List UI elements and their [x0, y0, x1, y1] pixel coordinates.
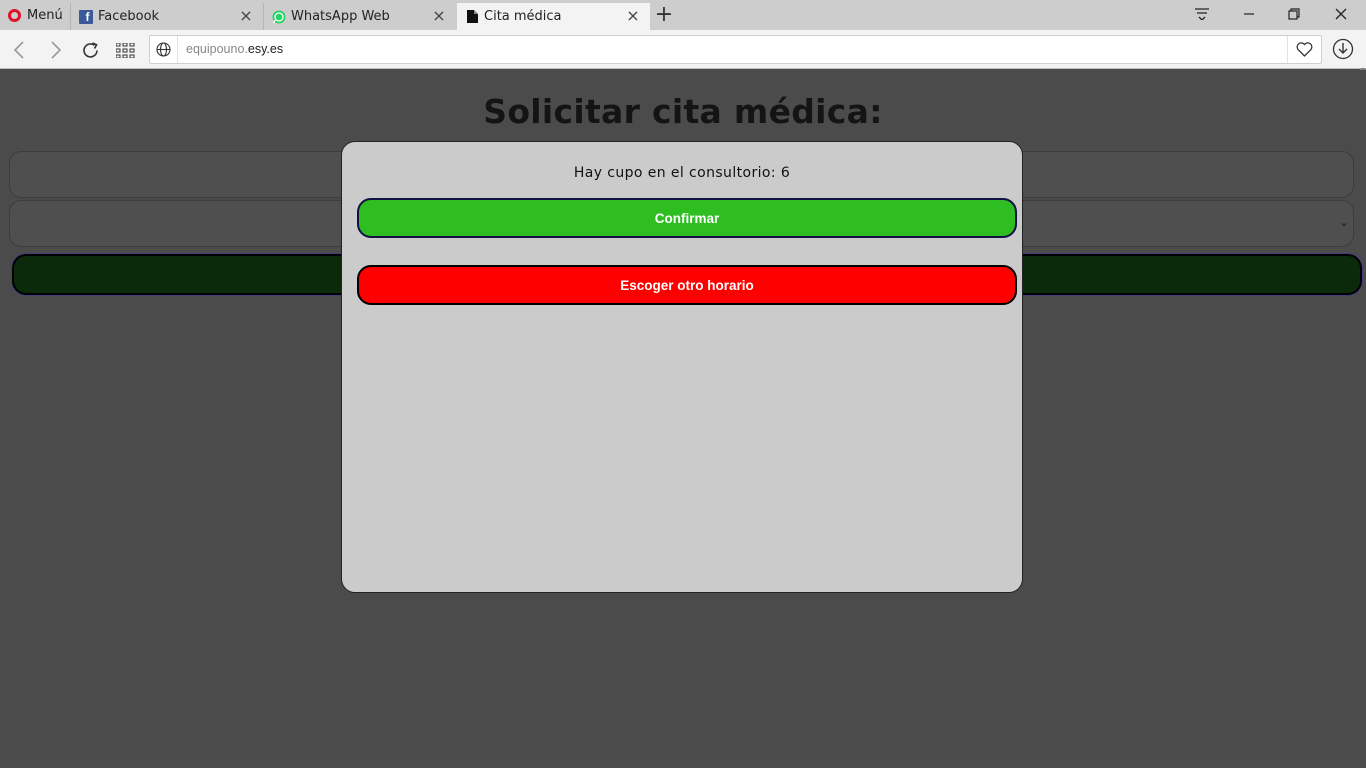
availability-message: Hay cupo en el consultorio: 6	[573, 165, 791, 181]
tab-cita-medica[interactable]: Cita médica ×	[457, 3, 650, 30]
close-icon[interactable]: ×	[432, 8, 446, 24]
download-icon[interactable]	[1332, 38, 1354, 60]
choose-other-time-button[interactable]: Escoger otro horario	[357, 265, 1017, 305]
reload-icon[interactable]	[79, 39, 101, 61]
tab-facebook[interactable]: f Facebook ×	[70, 3, 263, 30]
heart-icon[interactable]	[1287, 36, 1321, 63]
tab-label: Facebook	[98, 9, 160, 24]
confirm-button[interactable]: Confirmar	[357, 198, 1017, 238]
tab-label: WhatsApp Web	[291, 9, 390, 24]
document-icon	[465, 10, 479, 24]
tab-whatsapp[interactable]: WhatsApp Web ×	[263, 3, 456, 30]
chevron-down-icon: ⌄	[1338, 215, 1349, 229]
url-prefix: equipouno.	[186, 42, 248, 56]
globe-icon[interactable]	[150, 36, 178, 63]
url-domain: esy.es	[247, 42, 284, 56]
close-icon[interactable]: ×	[626, 8, 640, 24]
menu-label: Menú	[27, 7, 63, 23]
page-overlay: Solicitar cita médica: ⌄ Hay cupo en el …	[0, 70, 1366, 768]
restore-icon[interactable]	[1283, 4, 1305, 26]
speed-dial-grid-icon[interactable]	[114, 39, 136, 61]
back-arrow-icon[interactable]	[8, 39, 30, 61]
facebook-icon: f	[79, 9, 93, 24]
tab-bar: Menú f Facebook × WhatsApp Web × Cita mé…	[0, 0, 1366, 30]
tab-label: Cita médica	[484, 9, 562, 24]
tab-menu-icon[interactable]	[1191, 4, 1213, 26]
page-title: Solicitar cita médica:	[483, 92, 883, 131]
whatsapp-icon	[272, 10, 286, 24]
browser-toolbar: equipouno.esy.es	[0, 30, 1366, 94]
opera-logo-icon	[8, 8, 21, 22]
opera-menu-button[interactable]: Menú	[0, 0, 68, 30]
close-window-icon[interactable]	[1330, 4, 1352, 26]
minimize-icon[interactable]	[1238, 4, 1260, 26]
availability-modal: Hay cupo en el consultorio: 6 Confirmar …	[341, 141, 1023, 593]
new-tab-plus-icon[interactable]: +	[654, 4, 674, 26]
close-icon[interactable]: ×	[239, 8, 253, 24]
forward-arrow-icon[interactable]	[45, 39, 67, 61]
url-text[interactable]: equipouno.esy.es	[186, 42, 283, 56]
address-bar[interactable]: equipouno.esy.es	[149, 35, 1322, 64]
